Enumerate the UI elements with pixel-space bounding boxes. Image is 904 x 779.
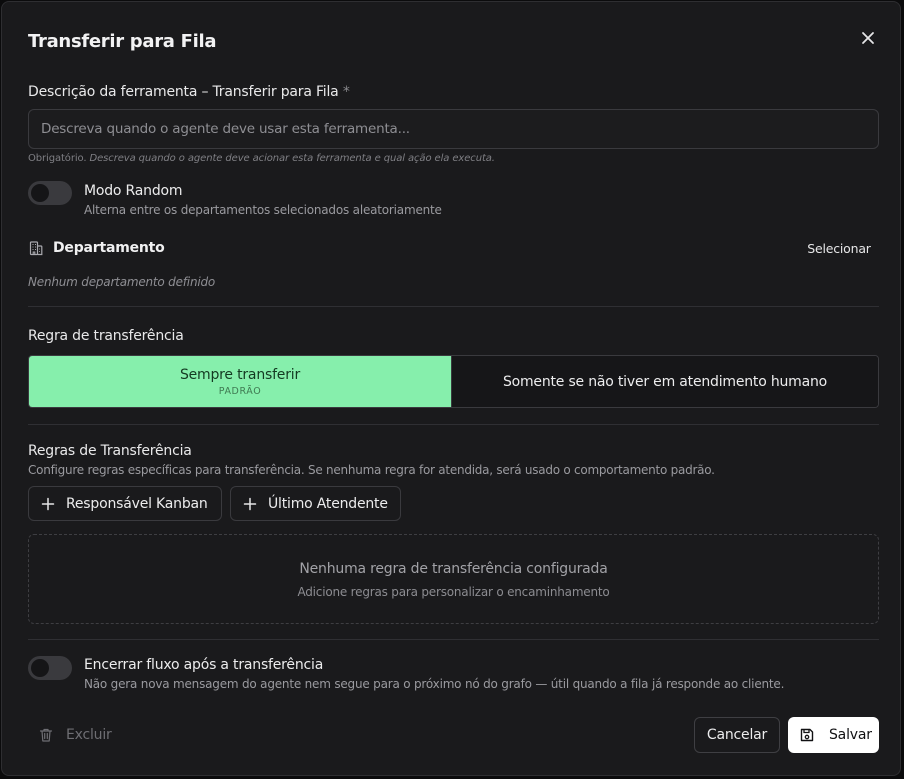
toggle-knob [31, 659, 49, 677]
transfer-queue-dialog: Transferir para Fila Descrição da ferram… [1, 1, 901, 776]
save-button[interactable]: Salvar [788, 717, 879, 753]
divider [28, 306, 879, 307]
random-mode-subtitle: Alterna entre os departamentos seleciona… [84, 203, 442, 217]
transfer-rule-selector: Sempre transferir PADRÃO Somente se não … [28, 355, 879, 408]
plus-icon [243, 497, 257, 510]
default-badge: PADRÃO [218, 385, 262, 397]
random-mode-toggle[interactable] [28, 181, 72, 205]
hint-text: Descreva quando o agente deve acionar es… [89, 153, 495, 164]
hint-required: Obrigatório. [28, 153, 87, 164]
divider [28, 639, 879, 640]
close-button[interactable] [858, 28, 878, 48]
transfer-rules-description: Configure regras específicas para transf… [28, 463, 715, 477]
option-always-transfer[interactable]: Sempre transferir PADRÃO [29, 356, 451, 407]
empty-state-subtitle: Adicione regras para personalizar o enca… [297, 585, 610, 599]
toggle-knob [31, 184, 49, 202]
divider [28, 424, 879, 425]
random-mode-title: Modo Random [84, 183, 183, 199]
trash-icon [39, 728, 53, 742]
department-title: Departamento [53, 240, 165, 256]
end-flow-subtitle: Não gera nova mensagem do agente nem seg… [84, 677, 785, 691]
option-label: Somente se não tiver em atendimento huma… [502, 373, 828, 390]
cancel-button[interactable]: Cancelar [694, 717, 780, 753]
delete-button[interactable]: Excluir [38, 724, 112, 746]
end-flow-toggle[interactable] [28, 656, 72, 680]
button-label: Responsável Kanban [66, 495, 208, 512]
close-icon [862, 32, 874, 44]
save-label: Salvar [829, 727, 872, 743]
delete-label: Excluir [66, 727, 112, 743]
description-label-text: Descrição da ferramenta – Transferir par… [28, 84, 339, 100]
select-department-button[interactable]: Selecionar [798, 238, 880, 260]
dialog-title: Transferir para Fila [28, 31, 217, 52]
transfer-rules-empty-state: Nenhuma regra de transferência configura… [28, 534, 879, 624]
description-label: Descrição da ferramenta – Transferir par… [28, 84, 350, 100]
description-hint: Obrigatório. Descreva quando o agente de… [28, 153, 495, 164]
empty-state-title: Nenhuma regra de transferência configura… [299, 561, 608, 577]
transfer-rule-label: Regra de transferência [28, 328, 184, 344]
required-mark: * [342, 84, 350, 100]
option-label: Sempre transferir [179, 366, 301, 383]
department-empty-text: Nenhum departamento definido [28, 275, 216, 289]
transfer-rules-title: Regras de Transferência [28, 443, 192, 459]
option-only-if-no-human[interactable]: Somente se não tiver em atendimento huma… [451, 356, 878, 407]
add-last-attendant-button[interactable]: Último Atendente [230, 486, 401, 521]
save-icon [800, 728, 814, 742]
building-icon [29, 241, 43, 256]
end-flow-title: Encerrar fluxo após a transferência [84, 657, 324, 673]
add-kanban-owner-button[interactable]: Responsável Kanban [28, 486, 222, 521]
plus-icon [41, 497, 55, 510]
button-label: Último Atendente [268, 495, 388, 512]
description-input[interactable] [28, 109, 879, 149]
